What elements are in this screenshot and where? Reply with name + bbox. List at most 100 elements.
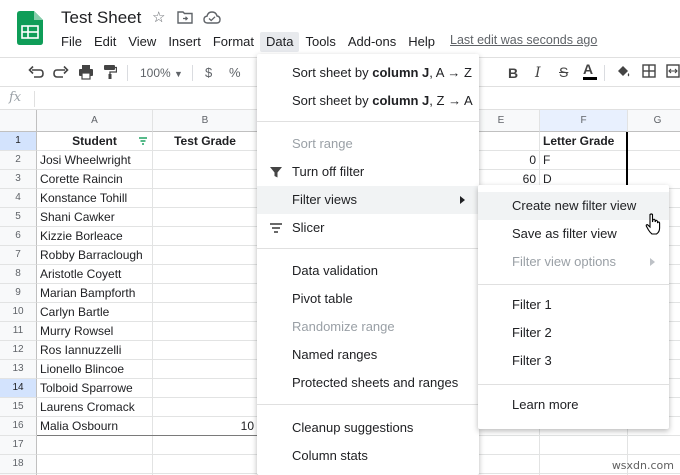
cell-b16[interactable]: 10 bbox=[153, 417, 258, 436]
cell-a1[interactable]: Student bbox=[37, 132, 153, 151]
fill-color-icon[interactable] bbox=[615, 64, 631, 80]
star-icon[interactable]: ☆ bbox=[152, 9, 165, 27]
select-all-corner[interactable] bbox=[0, 110, 37, 132]
cell-a18[interactable] bbox=[37, 455, 153, 474]
row-header[interactable]: 14 bbox=[0, 379, 37, 398]
cell-b13[interactable] bbox=[153, 360, 258, 379]
cell-b4[interactable] bbox=[153, 189, 258, 208]
menu-item-pivot-table[interactable]: Pivot table bbox=[257, 285, 479, 313]
percent-format-button[interactable]: % bbox=[229, 64, 241, 82]
cell-a7[interactable]: Robby Barraclough bbox=[37, 246, 153, 265]
cell-a6[interactable]: Kizzie Borleace bbox=[37, 227, 153, 246]
cell-a13[interactable]: Lionello Blincoe bbox=[37, 360, 153, 379]
cell-b18[interactable] bbox=[153, 455, 258, 474]
cell-a9[interactable]: Marian Bampforth bbox=[37, 284, 153, 303]
cell-a2[interactable]: Josi Wheelwright bbox=[37, 151, 153, 170]
text-color-button[interactable]: A bbox=[583, 60, 597, 80]
cell-a16[interactable]: Malia Osbourn bbox=[37, 417, 153, 436]
menu-item-sort-sheet-za[interactable]: Sort sheet by column J, Z → A bbox=[257, 87, 479, 115]
zoom-select[interactable]: 100% ▼ bbox=[140, 64, 183, 83]
merge-cells-icon[interactable] bbox=[666, 64, 680, 78]
menu-item-sort-sheet-az[interactable]: Sort sheet by column J, A → Z bbox=[257, 59, 479, 87]
menu-item-protected-sheets[interactable]: Protected sheets and ranges bbox=[257, 369, 479, 397]
row-header[interactable]: 5 bbox=[0, 208, 37, 227]
cell-a4[interactable]: Konstance Tohill bbox=[37, 189, 153, 208]
cell-b9[interactable] bbox=[153, 284, 258, 303]
menu-item-column-stats[interactable]: Column stats bbox=[257, 442, 479, 470]
menu-item-create-new-filter-view[interactable]: Create new filter view bbox=[478, 192, 669, 220]
bold-button[interactable]: B bbox=[508, 64, 518, 82]
column-filter-icon[interactable] bbox=[138, 136, 148, 146]
cell-b11[interactable] bbox=[153, 322, 258, 341]
menu-item-filter-views[interactable]: Filter views bbox=[257, 186, 479, 214]
menu-item-turn-off-filter[interactable]: Turn off filter bbox=[257, 158, 479, 186]
column-header-f[interactable]: F bbox=[540, 110, 628, 132]
cell-f1[interactable]: Letter Grade bbox=[540, 132, 628, 151]
move-folder-icon[interactable] bbox=[177, 10, 193, 24]
row-header[interactable]: 17 bbox=[0, 436, 37, 455]
cell-b17[interactable] bbox=[153, 436, 258, 455]
italic-button[interactable]: I bbox=[535, 64, 541, 82]
menu-view[interactable]: View bbox=[122, 32, 162, 52]
cell-a3[interactable]: Corette Raincin bbox=[37, 170, 153, 189]
last-edit-link[interactable]: Last edit was seconds ago bbox=[450, 33, 597, 47]
cell-b14[interactable] bbox=[153, 379, 258, 398]
cell-b7[interactable] bbox=[153, 246, 258, 265]
row-header[interactable]: 3 bbox=[0, 170, 37, 189]
cell-a10[interactable]: Carlyn Bartle bbox=[37, 303, 153, 322]
document-title[interactable]: Test Sheet bbox=[61, 8, 141, 28]
row-header[interactable]: 16 bbox=[0, 417, 37, 436]
row-header[interactable]: 15 bbox=[0, 398, 37, 417]
cell-g1[interactable] bbox=[628, 132, 680, 151]
menu-tools[interactable]: Tools bbox=[299, 32, 341, 52]
row-header[interactable]: 10 bbox=[0, 303, 37, 322]
cell-b3[interactable] bbox=[153, 170, 258, 189]
borders-icon[interactable] bbox=[642, 64, 656, 78]
row-header[interactable]: 1 bbox=[0, 132, 37, 151]
menu-item-save-as-filter-view[interactable]: Save as filter view bbox=[478, 220, 669, 248]
row-header[interactable]: 7 bbox=[0, 246, 37, 265]
menu-addons[interactable]: Add-ons bbox=[342, 32, 402, 52]
currency-format-button[interactable]: $ bbox=[205, 64, 212, 82]
cell-g17[interactable] bbox=[628, 436, 680, 455]
row-header[interactable]: 6 bbox=[0, 227, 37, 246]
cell-f17[interactable] bbox=[540, 436, 628, 455]
menu-item-cleanup-suggestions[interactable]: Cleanup suggestions bbox=[257, 414, 479, 442]
row-header[interactable]: 12 bbox=[0, 341, 37, 360]
menu-item-filter-1[interactable]: Filter 1 bbox=[478, 291, 669, 319]
menu-item-slicer[interactable]: Slicer bbox=[257, 214, 479, 242]
row-header[interactable]: 8 bbox=[0, 265, 37, 284]
sheets-logo-icon[interactable] bbox=[17, 11, 43, 45]
cell-a12[interactable]: Ros Iannuzzelli bbox=[37, 341, 153, 360]
menu-item-filter-2[interactable]: Filter 2 bbox=[478, 319, 669, 347]
cell-b2[interactable] bbox=[153, 151, 258, 170]
cell-b1[interactable]: Test Grade bbox=[153, 132, 258, 151]
cell-b12[interactable] bbox=[153, 341, 258, 360]
cell-b6[interactable] bbox=[153, 227, 258, 246]
menu-data[interactable]: Data bbox=[260, 32, 300, 52]
cell-b10[interactable] bbox=[153, 303, 258, 322]
cell-a17[interactable] bbox=[37, 436, 153, 455]
row-header[interactable]: 9 bbox=[0, 284, 37, 303]
cell-b15[interactable] bbox=[153, 398, 258, 417]
row-header[interactable]: 4 bbox=[0, 189, 37, 208]
row-header[interactable]: 18 bbox=[0, 455, 37, 474]
menu-format[interactable]: Format bbox=[207, 32, 260, 52]
undo-icon[interactable] bbox=[28, 65, 44, 79]
strikethrough-icon[interactable]: S bbox=[559, 63, 568, 81]
paint-format-icon[interactable] bbox=[103, 64, 117, 80]
column-header-b[interactable]: B bbox=[153, 110, 258, 132]
menu-item-filter-3[interactable]: Filter 3 bbox=[478, 347, 669, 375]
cell-b8[interactable] bbox=[153, 265, 258, 284]
row-header[interactable]: 11 bbox=[0, 322, 37, 341]
menu-edit[interactable]: Edit bbox=[88, 32, 122, 52]
print-icon[interactable] bbox=[78, 64, 94, 80]
menu-insert[interactable]: Insert bbox=[162, 32, 207, 52]
cell-g2[interactable] bbox=[628, 151, 680, 170]
cell-a14[interactable]: Tolboid Sparrowe bbox=[37, 379, 153, 398]
redo-icon[interactable] bbox=[53, 65, 69, 79]
column-header-a[interactable]: A bbox=[37, 110, 153, 132]
row-header[interactable]: 2 bbox=[0, 151, 37, 170]
cell-a15[interactable]: Laurens Cromack bbox=[37, 398, 153, 417]
cloud-status-icon[interactable] bbox=[203, 11, 221, 24]
